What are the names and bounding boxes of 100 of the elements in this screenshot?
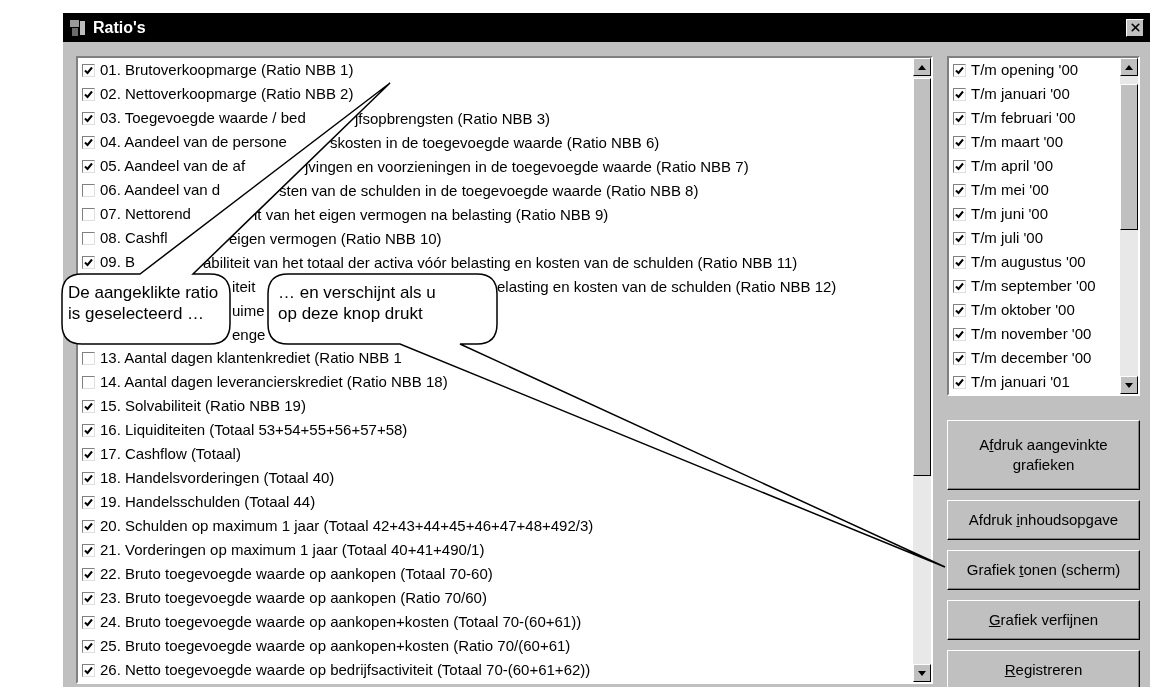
checkbox[interactable] (82, 87, 95, 101)
list-item-text: 02. Nettoverkoopmarge (Ratio NBB 2) (100, 83, 354, 104)
checkmark-icon (955, 281, 964, 291)
checkmark-icon (84, 521, 93, 531)
list-item-text: abiliteit van het totaal der activa vóór belasting en kosten van de schulden (Ratio NBB 11) (203, 253, 798, 273)
checkmark-icon (955, 137, 964, 147)
list-item-text: elasting en kosten van de schulden (Ratio NBB 12) (497, 277, 837, 297)
checkbox[interactable] (82, 159, 95, 173)
checkbox[interactable] (82, 375, 95, 389)
checkbox[interactable] (953, 231, 966, 245)
list-item-text: 15. Solvabiliteit (Ratio NBB 19) (100, 395, 306, 416)
checkbox[interactable] (82, 399, 95, 413)
scroll-down-button[interactable] (913, 664, 931, 682)
up-triangle-icon (918, 64, 926, 70)
checkbox[interactable] (82, 351, 95, 365)
scrollbar-thumb[interactable] (913, 78, 931, 476)
checkbox[interactable] (953, 255, 966, 269)
checkmark-icon (84, 569, 93, 579)
list-item-text: 17. Cashflow (Totaal) (100, 443, 241, 464)
close-icon (1128, 21, 1142, 34)
checkbox[interactable] (953, 135, 966, 149)
list-item-text: 14. Aantal dagen leverancierskrediet (Ratio NBB 18) (100, 371, 448, 392)
list-item-text: 21. Vorderingen op maximum 1 jaar (Totaal 40+41+490/1) (100, 539, 485, 560)
checkmark-icon (955, 209, 964, 219)
checkbox[interactable] (82, 495, 95, 509)
list-item-text: T/m juni '00 (971, 203, 1049, 224)
checkbox[interactable] (82, 183, 95, 197)
checkbox[interactable] (953, 183, 966, 197)
action-button[interactable]: Afdruk inhoudsopgave (947, 500, 1140, 540)
checkbox[interactable] (953, 351, 966, 365)
checkbox[interactable] (82, 519, 95, 533)
checkmark-icon (84, 89, 93, 99)
list-item-text: T/m oktober '00 (971, 299, 1075, 320)
checkbox[interactable] (82, 567, 95, 581)
checkbox[interactable] (82, 639, 95, 653)
checkbox[interactable] (953, 63, 966, 77)
checkbox[interactable] (953, 207, 966, 221)
checkbox[interactable] (82, 591, 95, 605)
list-item-text: T/m april '00 (971, 155, 1054, 176)
close-button[interactable] (1126, 18, 1144, 37)
list-item-text: 16. Liquiditeiten (Totaal 53+54+55+56+57+58) (100, 419, 408, 440)
checkbox[interactable] (82, 423, 95, 437)
checkmark-icon (84, 617, 93, 627)
checkbox[interactable] (953, 111, 966, 125)
action-button[interactable]: Registreren (947, 650, 1140, 687)
list-item-text: iteit (232, 277, 256, 297)
checkmark-icon (84, 137, 93, 147)
checkbox[interactable] (82, 471, 95, 485)
list-item-text: T/m november '00 (971, 323, 1092, 344)
scrollbar-thumb[interactable] (1120, 84, 1138, 230)
list-item-text: 08. Cashfl (100, 227, 168, 248)
scroll-up-button[interactable] (913, 58, 931, 76)
checkbox[interactable] (953, 279, 966, 293)
scroll-up-button[interactable] (1120, 58, 1138, 76)
action-button[interactable]: Grafiek tonen (scherm) (947, 550, 1140, 590)
action-button[interactable]: Grafiek verfijnen (947, 600, 1140, 640)
checkbox[interactable] (953, 327, 966, 341)
checkbox[interactable] (82, 231, 95, 245)
checkbox[interactable] (82, 255, 95, 269)
action-button[interactable]: Afdruk aangevinkte grafieken (947, 420, 1140, 490)
list-item-text: skosten in de toegevoegde waarde (Ratio NBB 6) (330, 133, 660, 153)
list-item-text: T/m februari '00 (971, 107, 1076, 128)
checkbox[interactable] (953, 87, 966, 101)
list-item-text: T/m maart '00 (971, 131, 1064, 152)
checkmark-icon (84, 401, 93, 411)
checkmark-icon (955, 305, 964, 315)
checkbox[interactable] (953, 159, 966, 173)
list-item-text: T/m januari '01 (971, 371, 1070, 392)
list-item-text: 23. Bruto toegevoegde waarde op aankopen (Ratio 70/60) (100, 587, 487, 608)
checkbox[interactable] (82, 111, 95, 125)
scrollbar[interactable] (1120, 58, 1138, 394)
scroll-down-button[interactable] (1120, 376, 1138, 394)
checkmark-icon (84, 113, 93, 123)
scrollbar[interactable] (913, 58, 931, 682)
list-item-text: 06. Aandeel van d (100, 179, 221, 200)
list-item-text: jfsopbrengsten (Ratio NBB 3) (355, 109, 551, 129)
checkmark-icon (955, 65, 964, 75)
checkmark-icon (955, 353, 964, 363)
checkbox[interactable] (953, 303, 966, 317)
list-item-text: 01. Brutoverkoopmarge (Ratio NBB 1) (100, 59, 354, 80)
checkmark-icon (955, 113, 964, 123)
down-triangle-icon (1125, 382, 1133, 388)
app-icon (69, 18, 87, 37)
checkbox[interactable] (82, 543, 95, 557)
list-item-text: T/m mei '00 (971, 179, 1049, 200)
checkmark-icon (84, 473, 93, 483)
checkbox[interactable] (82, 447, 95, 461)
list-item-text: 03. Toegevoegde waarde / bed (100, 107, 306, 128)
checkbox[interactable] (953, 375, 966, 389)
checkbox[interactable] (82, 615, 95, 629)
checkmark-icon (955, 233, 964, 243)
list-item-text: 13. Aantal dagen klantenkrediet (Ratio NBB 1 (100, 347, 402, 368)
list-item-text: 26. Netto toegevoegde waarde op bedrijfsactiviteit (Totaal 70-(60+61+62)) (100, 659, 591, 680)
checkbox[interactable] (82, 663, 95, 677)
checkbox[interactable] (82, 63, 95, 77)
up-triangle-icon (1125, 64, 1133, 70)
checkmark-icon (84, 641, 93, 651)
checkbox[interactable] (82, 135, 95, 149)
checkmark-icon (84, 449, 93, 459)
checkbox[interactable] (82, 207, 95, 221)
